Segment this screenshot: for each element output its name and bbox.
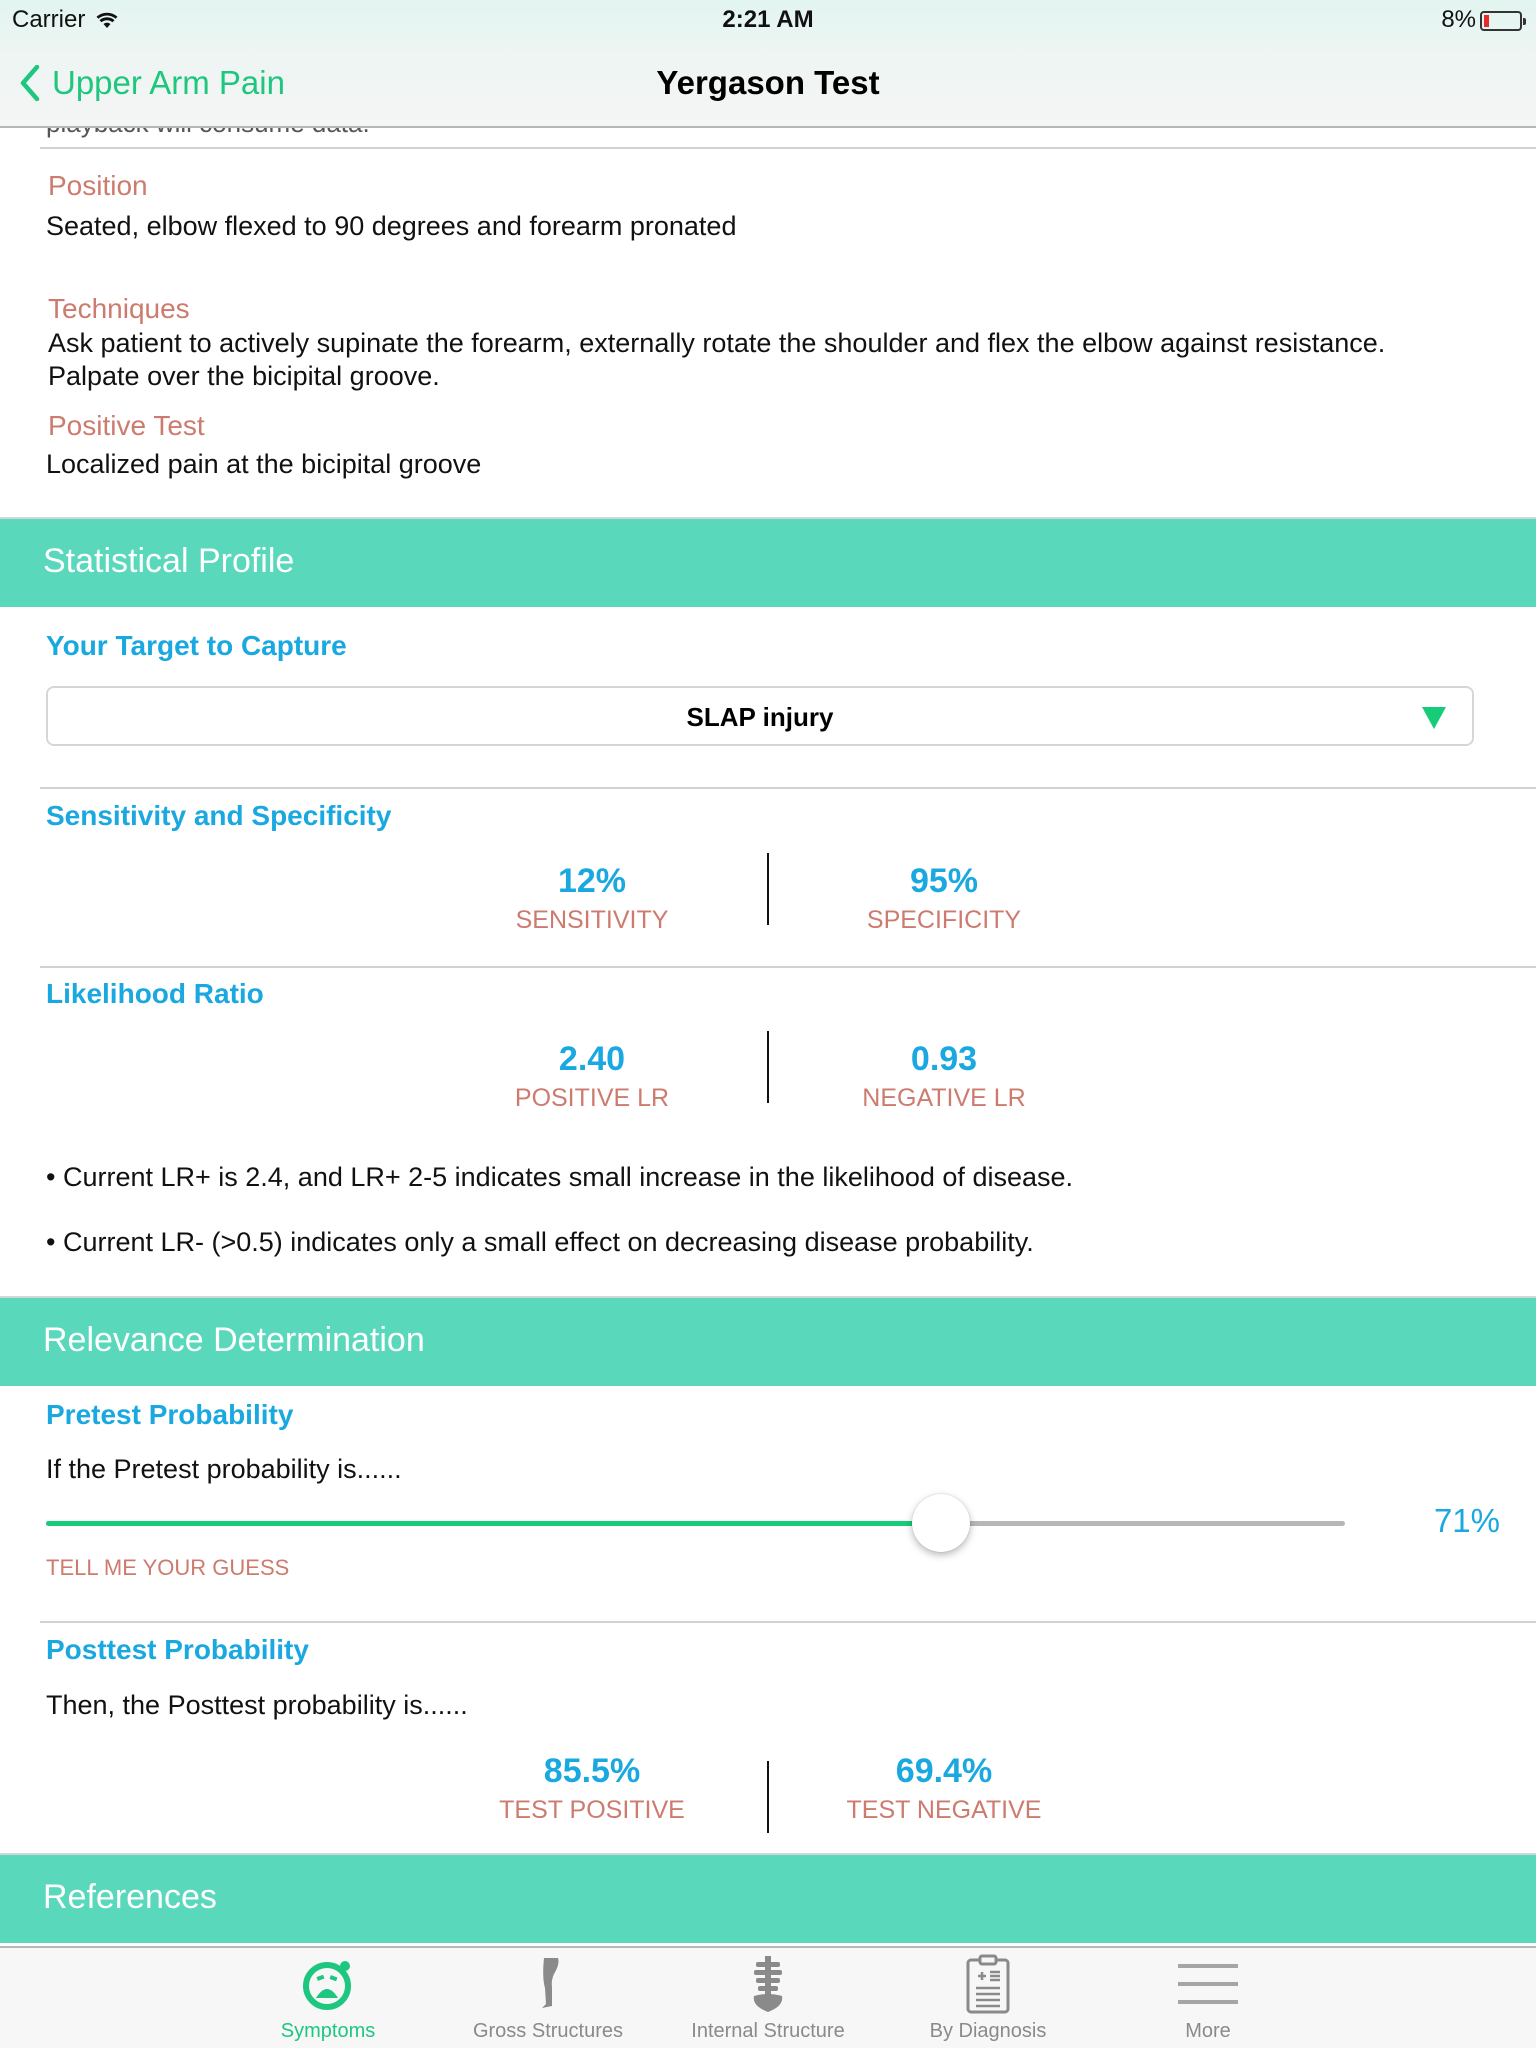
positive-test-label: Positive Test [48, 410, 205, 441]
tab-label: Internal Structure [691, 2020, 845, 2042]
leg-icon [542, 1958, 559, 2008]
posttest-prompt: Then, the Posttest probability is...... [46, 1690, 468, 1720]
vertical-divider [767, 1031, 769, 1103]
pretest-value: 71% [1433, 1502, 1500, 1539]
clipboard-icon [966, 1954, 1010, 2014]
negative-lr-label: NEGATIVE LR [862, 1084, 1026, 1112]
symptoms-face-icon [303, 1961, 351, 2010]
target-dropdown[interactable]: SLAP injury [46, 686, 1474, 746]
posttest-title: Posttest Probability [46, 1634, 309, 1665]
position-label: Position [48, 170, 148, 201]
divider [40, 147, 1536, 149]
techniques-label: Techniques [48, 293, 190, 324]
sensitivity-label: SENSITIVITY [515, 906, 669, 934]
positive-lr-label: POSITIVE LR [514, 1084, 670, 1112]
lr-bullet-positive: • Current LR+ is 2.4, and LR+ 2-5 indica… [46, 1162, 1074, 1192]
likelihood-ratio-title: Likelihood Ratio [46, 978, 264, 1009]
tab-label: By Diagnosis [929, 2020, 1047, 2042]
status-time: 2:21 AM [722, 6, 814, 33]
dropdown-triangle-icon [1422, 707, 1446, 729]
section-title: Statistical Profile [43, 542, 295, 580]
test-negative-value: 69.4% [895, 1752, 993, 1790]
divider [40, 1621, 1536, 1623]
section-title: References [43, 1878, 217, 1916]
vertical-divider [767, 853, 769, 925]
tab-gross-structures[interactable]: Gross Structures [458, 1948, 638, 2048]
section-header-relevance-determination: Relevance Determination [0, 1296, 1536, 1386]
tab-label: Gross Structures [472, 2020, 624, 2042]
spine-icon [753, 1956, 783, 2012]
menu-icon [1178, 1964, 1238, 2004]
divider [40, 966, 1536, 968]
pretest-prompt: If the Pretest probability is...... [46, 1454, 402, 1484]
divider [40, 787, 1536, 789]
negative-lr-value: 0.93 [910, 1040, 978, 1078]
section-header-statistical-profile: Statistical Profile [0, 517, 1536, 607]
target-title: Your Target to Capture [46, 630, 347, 661]
navigation-bar: Carrier 2:21 AM 8% Upper Arm Pain Yergas… [0, 0, 1536, 128]
section-header-references[interactable]: References [0, 1853, 1536, 1943]
pretest-title: Pretest Probability [46, 1399, 294, 1430]
specificity-label: SPECIFICITY [866, 906, 1022, 934]
positive-test-text: Localized pain at the bicipital groove [46, 449, 482, 479]
tab-bar: Symptoms Gross Structures Internal Struc… [0, 1946, 1536, 2048]
tab-by-diagnosis[interactable]: By Diagnosis [898, 1948, 1078, 2048]
slider-thumb[interactable] [912, 1494, 970, 1552]
sens-spec-title: Sensitivity and Specificity [46, 800, 392, 831]
positive-lr-value: 2.40 [558, 1040, 626, 1078]
section-title: Relevance Determination [43, 1321, 425, 1359]
tab-symptoms[interactable]: Symptoms [238, 1948, 418, 2048]
specificity-value: 95% [909, 862, 979, 900]
tab-internal-structure[interactable]: Internal Structure [678, 1948, 858, 2048]
sensitivity-value: 12% [557, 862, 627, 900]
position-text: Seated, elbow flexed to 90 degrees and f… [46, 211, 737, 241]
slider-fill [46, 1521, 941, 1526]
test-positive-value: 85.5% [543, 1752, 641, 1790]
page-title: Yergason Test [656, 64, 880, 101]
pretest-slider[interactable] [46, 1494, 1345, 1552]
test-negative-label: TEST NEGATIVE [846, 1796, 1042, 1824]
pretest-hint: TELL ME YOUR GUESS [46, 1555, 290, 1580]
vertical-divider [767, 1761, 769, 1833]
tab-label: Symptoms [280, 2020, 376, 2042]
test-positive-label: TEST POSITIVE [499, 1796, 685, 1824]
lr-bullet-negative: • Current LR- (>0.5) indicates only a sm… [46, 1227, 1034, 1257]
techniques-text: Ask patient to actively supinate the for… [48, 328, 1386, 391]
tab-more[interactable]: More [1118, 1948, 1298, 2048]
battery-percent: 8% [1441, 6, 1476, 33]
tab-label: More [1185, 2020, 1231, 2042]
target-selected-value: SLAP injury [686, 702, 834, 732]
battery-icon [1480, 11, 1526, 31]
